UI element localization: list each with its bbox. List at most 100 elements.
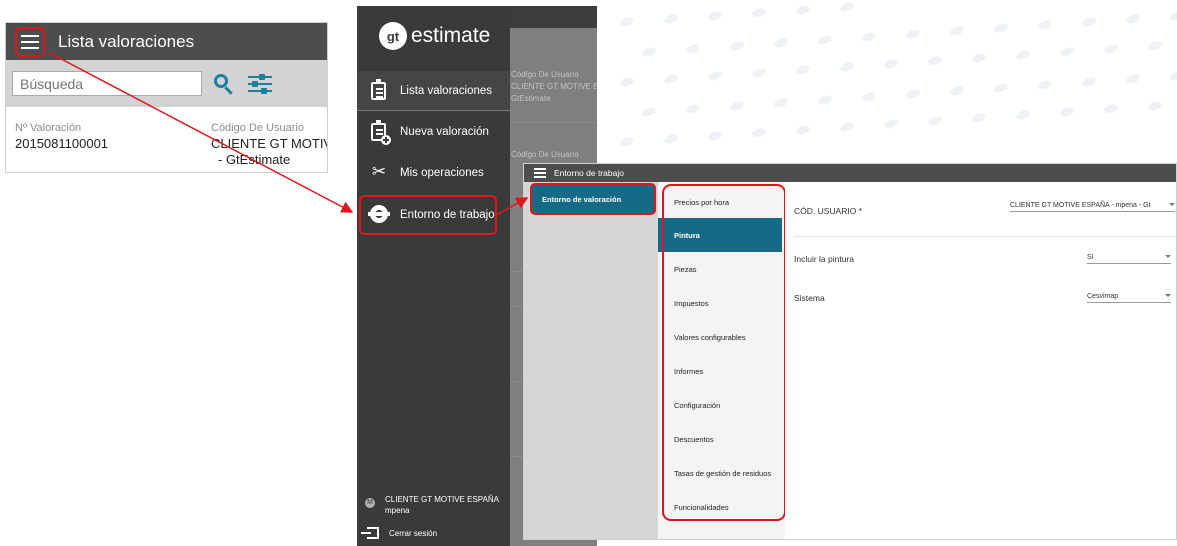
search-icon[interactable]: [212, 72, 236, 96]
background-dot: [1015, 48, 1031, 62]
background-dot: [751, 66, 767, 80]
background-dot: [795, 63, 811, 77]
background-dot: [927, 114, 943, 128]
hamburger-menu-icon[interactable]: [15, 26, 45, 57]
list-panel: Lista valoraciones Nº Valoración 2015081…: [5, 22, 328, 173]
background-dot: [1037, 78, 1053, 92]
menu-item-entorno-de-valoracion[interactable]: Entorno de valoración: [530, 183, 656, 215]
background-dot: [905, 87, 921, 101]
include-paint-select[interactable]: Sí: [1087, 254, 1171, 264]
user-code-value: CLIENTE GT MOTIVE: [211, 136, 328, 151]
background-dot: [1169, 69, 1177, 83]
background-dot: [729, 99, 745, 113]
logout-icon: [361, 527, 379, 539]
background-dot: [707, 9, 723, 23]
column-header-valoracion: Nº Valoración: [15, 122, 82, 134]
background-dot: [839, 0, 855, 14]
background-dot: [883, 57, 899, 71]
background-dot: [619, 75, 635, 89]
logout-label: Cerrar sesión: [389, 528, 438, 538]
user-code-select[interactable]: CLIENTE GT MOTIVE ESPAÑA - mpena - Gt: [1010, 202, 1175, 212]
nav-item-label: Lista valoraciones: [400, 84, 493, 97]
background-header: [509, 6, 597, 28]
nav-item-mis-operaciones[interactable]: ✂ Mis operaciones: [357, 153, 510, 193]
filter-sliders-icon[interactable]: [248, 72, 272, 96]
background-dot: [1059, 105, 1075, 119]
background-dot: [1147, 39, 1163, 53]
background-dot: [905, 27, 921, 41]
divider: [509, 122, 597, 123]
background-dot: [641, 105, 657, 119]
background-dot: [1037, 18, 1053, 32]
background-dot: [1125, 72, 1141, 86]
background-dot: [663, 132, 679, 146]
nav-item-lista-valoraciones[interactable]: Lista valoraciones: [357, 71, 510, 111]
background-dot: [993, 21, 1009, 35]
background-dot: [619, 15, 635, 29]
background-dot: [685, 42, 701, 56]
background-dot: [1081, 15, 1097, 29]
screenshot-stage: Lista valoraciones Nº Valoración 2015081…: [0, 0, 1177, 546]
avatar: M: [365, 498, 375, 508]
system-value: Cesvimap: [1087, 293, 1119, 300]
nav-item-label: Mis operaciones: [400, 167, 484, 179]
background-dot: [729, 39, 745, 53]
background-col-header: Código De Usuario: [511, 70, 579, 79]
background-dot: [663, 12, 679, 26]
system-label: Sistema: [794, 293, 825, 303]
user-name: mpena: [385, 506, 410, 515]
background-dot: [927, 54, 943, 68]
clipboard-add-icon: [369, 120, 391, 145]
hamburger-menu-icon[interactable]: [534, 168, 546, 178]
system-select[interactable]: Cesvimap: [1087, 293, 1171, 303]
background-dot: [707, 129, 723, 143]
background-dot: [663, 72, 679, 86]
background-dot: [619, 135, 635, 149]
category-list: Precios por hora Pintura Piezas Impuesto…: [658, 182, 786, 539]
background-dot: [773, 36, 789, 50]
background-dot: [971, 111, 987, 125]
page-title: Lista valoraciones: [58, 31, 195, 51]
chevron-down-icon: [1165, 294, 1171, 297]
background-dot: [1103, 42, 1119, 56]
nav-item-entorno-de-trabajo[interactable]: Entorno de trabajo: [359, 195, 497, 235]
nav-item-nueva-valoracion[interactable]: Nueva valoración: [357, 112, 510, 152]
background-dot: [751, 6, 767, 20]
background-dot: [773, 96, 789, 110]
background-dot: [1059, 45, 1075, 59]
background-dot: [971, 51, 987, 65]
settings-form: CÓD. USUARIO * CLIENTE GT MOTIVE ESPAÑA …: [785, 182, 1176, 539]
logo-text: estimate: [411, 24, 491, 47]
background-dot: [949, 24, 965, 38]
list-header: Lista valoraciones: [6, 23, 327, 60]
search-input[interactable]: [12, 71, 202, 96]
highlight-box: [662, 184, 786, 521]
background-dot: [1103, 102, 1119, 116]
settings-title: Entorno de trabajo: [554, 168, 624, 178]
background-dot: [751, 126, 767, 140]
search-bar: [6, 60, 327, 107]
list-item[interactable]: Nº Valoración 2015081100001 Código De Us…: [6, 107, 328, 172]
background-dot: [795, 3, 811, 17]
user-code-value: CLIENTE GT MOTIVE ESPAÑA - mpena - Gt: [1010, 202, 1151, 209]
logout-button[interactable]: Cerrar sesión: [361, 527, 438, 539]
background-col-value2: GtEstimate: [511, 94, 551, 103]
gear-icon: [368, 204, 390, 226]
background-dot: [817, 93, 833, 107]
chevron-down-icon: [1165, 255, 1171, 258]
background-dot: [1125, 12, 1141, 26]
include-paint-label: Incluir la pintura: [794, 254, 855, 264]
background-dot: [861, 30, 877, 44]
background-dot: [1147, 99, 1163, 113]
background-dot: [883, 117, 899, 131]
background-dot: [817, 33, 833, 47]
settings-header: Entorno de trabajo: [524, 164, 1176, 182]
background-col-value: CLIENTE GT MOTIVE ES: [511, 82, 597, 91]
background-dot: [839, 60, 855, 74]
background-dot: [1169, 9, 1177, 23]
user-info: M CLIENTE GT MOTIVE ESPAÑA mpena: [365, 494, 499, 516]
background-dot: [641, 45, 657, 59]
app-logo: gt estimate: [357, 6, 510, 66]
nav-item-label: Entorno de trabajo: [400, 209, 495, 221]
background-dot: [993, 81, 1009, 95]
